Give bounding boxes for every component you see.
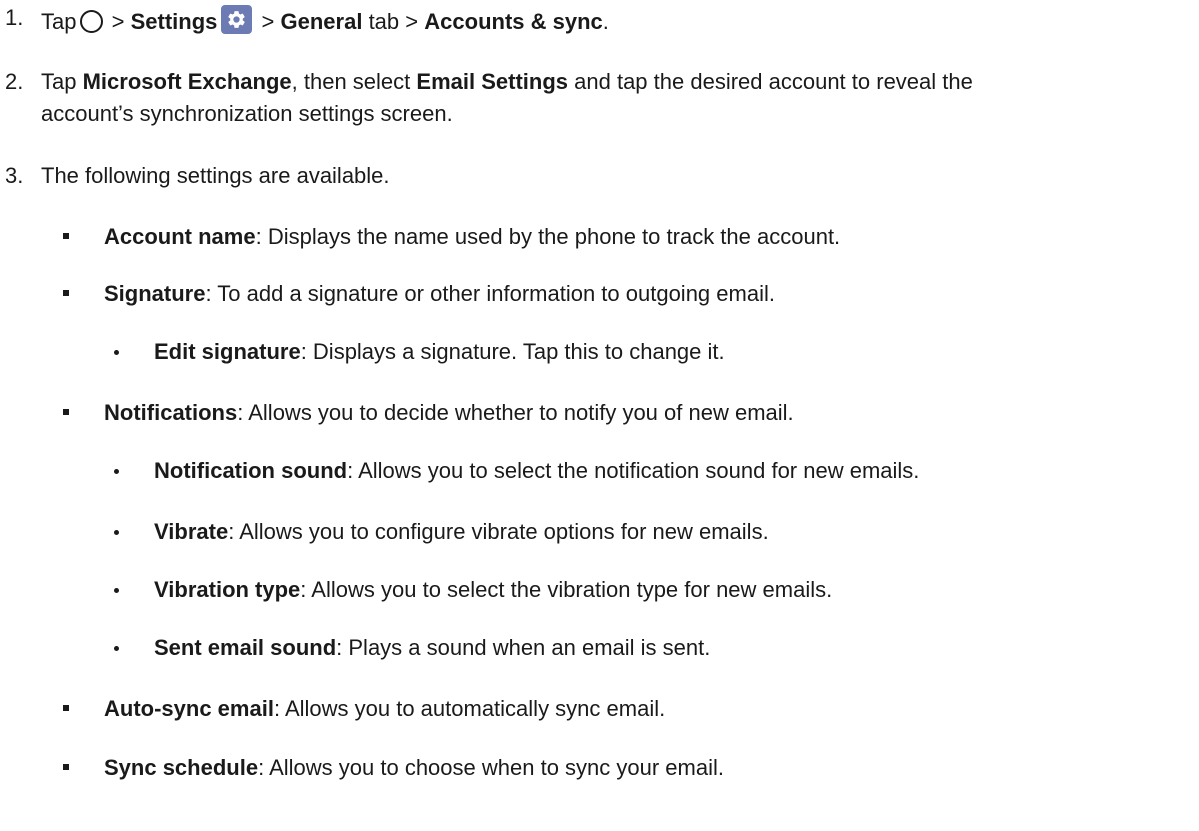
- setting-description: : Plays a sound when an email is sent.: [336, 635, 711, 660]
- round-bullet-icon: [114, 350, 119, 355]
- setting-account-name: Account name: Displays the name used by …: [104, 224, 840, 250]
- setting-label: Notifications: [104, 400, 238, 425]
- setting-description: : Allows you to choose when to sync your…: [258, 755, 724, 780]
- setting-auto-sync-email: Auto-sync email: Allows you to automatic…: [104, 696, 665, 722]
- setting-description: : Displays a signature. Tap this to chan…: [300, 339, 725, 364]
- setting-label: Notification sound: [154, 458, 348, 483]
- setting-label: Signature: [104, 281, 206, 306]
- setting-description: : Allows you to automatically sync email…: [273, 696, 666, 721]
- setting-vibrate: Vibrate: Allows you to configure vibrate…: [154, 519, 769, 545]
- step-1-text: Tap > Settings > General tab > Accounts …: [41, 5, 609, 35]
- setting-description: : Displays the name used by the phone to…: [255, 224, 841, 249]
- setting-notifications: Notifications: Allows you to decide whet…: [104, 400, 794, 426]
- setting-label: Sync schedule: [104, 755, 259, 780]
- step-2-rest: and tap the desired account to reveal th…: [574, 69, 973, 94]
- step-2-tap: Tap: [41, 69, 77, 94]
- step-2-line-1: Tap Microsoft Exchange, then select Emai…: [41, 69, 973, 95]
- step-3-text: The following settings are available.: [41, 163, 390, 188]
- setting-label: Edit signature: [154, 339, 301, 364]
- setting-label: Vibration type: [154, 577, 301, 602]
- setting-description: : Allows you to configure vibrate option…: [228, 519, 769, 544]
- step-number: 2.: [5, 69, 24, 94]
- setting-label: Account name: [104, 224, 256, 249]
- email-settings-label: Email Settings: [416, 69, 569, 94]
- step-2-line-2: account’s synchronization settings scree…: [41, 101, 453, 126]
- general-label: General: [280, 9, 363, 34]
- home-circle-icon: [80, 10, 104, 33]
- setting-sync-schedule: Sync schedule: Allows you to choose when…: [104, 755, 724, 781]
- settings-label: Settings: [130, 9, 218, 34]
- round-bullet-icon: [114, 588, 119, 593]
- period: .: [602, 9, 609, 34]
- setting-notification-sound: Notification sound: Allows you to select…: [154, 458, 919, 484]
- separator: >: [261, 9, 275, 34]
- settings-gear-icon: [221, 5, 253, 34]
- setting-description: : Allows you to select the notification …: [347, 458, 920, 483]
- separator: >: [405, 9, 419, 34]
- separator: >: [111, 9, 125, 34]
- setting-label: Auto-sync email: [104, 696, 274, 721]
- setting-label: Sent email sound: [154, 635, 337, 660]
- square-bullet-icon: [63, 290, 69, 296]
- square-bullet-icon: [63, 233, 69, 239]
- round-bullet-icon: [114, 646, 119, 651]
- square-bullet-icon: [63, 764, 69, 770]
- setting-edit-signature: Edit signature: Displays a signature. Ta…: [154, 339, 725, 365]
- setting-sent-email-sound: Sent email sound: Plays a sound when an …: [154, 635, 710, 661]
- step-number: 3.: [5, 163, 24, 188]
- setting-signature: Signature: To add a signature or other i…: [104, 281, 775, 307]
- setting-description: : Allows you to select the vibration typ…: [300, 577, 833, 602]
- step-number: 1.: [5, 5, 24, 30]
- microsoft-exchange-label: Microsoft Exchange: [82, 69, 292, 94]
- tab-word: tab: [368, 9, 400, 34]
- setting-description: : To add a signature or other informatio…: [205, 281, 775, 306]
- round-bullet-icon: [114, 530, 119, 535]
- square-bullet-icon: [63, 409, 69, 415]
- step-1-tap: Tap: [41, 9, 77, 34]
- square-bullet-icon: [63, 705, 69, 711]
- setting-description: : Allows you to decide whether to notify…: [237, 400, 794, 425]
- round-bullet-icon: [114, 469, 119, 474]
- setting-vibration-type: Vibration type: Allows you to select the…: [154, 577, 832, 603]
- accounts-sync-label: Accounts & sync: [424, 9, 603, 34]
- step-2-then: , then select: [291, 69, 411, 94]
- setting-label: Vibrate: [154, 519, 229, 544]
